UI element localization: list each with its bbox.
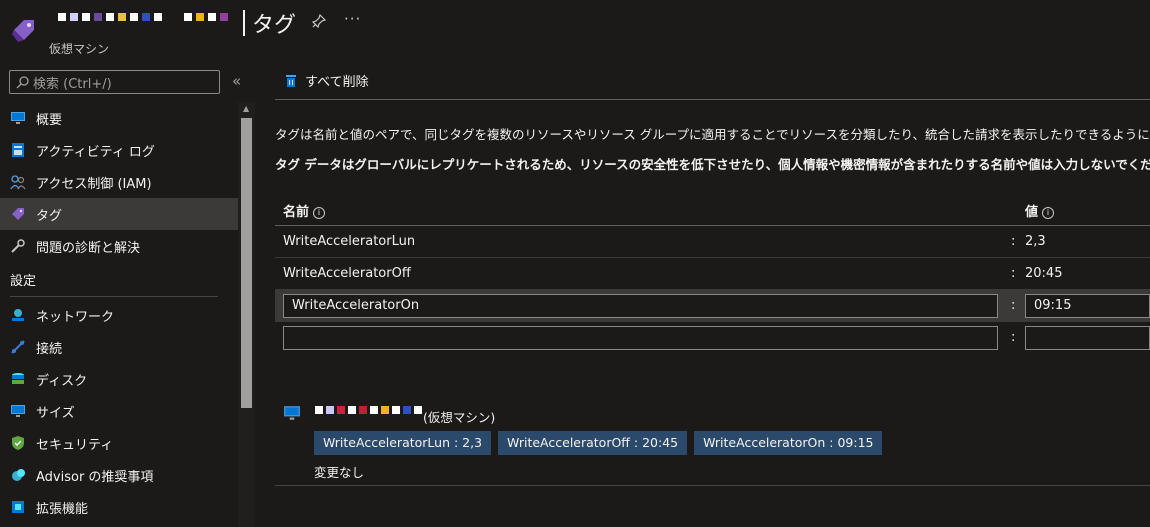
sidebar-scrollbar[interactable]: ▲ — [238, 102, 255, 527]
table-row-editing[interactable]: WriteAcceleratorOn : 09:15 — [275, 290, 1150, 322]
page-title: タグ — [252, 13, 297, 38]
search-icon — [16, 75, 29, 88]
sidebar-item-size[interactable]: サイズ — [0, 395, 238, 427]
log-icon — [12, 143, 24, 157]
sidebar-item-network[interactable]: ネットワーク — [0, 299, 238, 331]
tag-chips: WriteAcceleratorLun : 2,3 WriteAccelerat… — [314, 431, 883, 455]
sidebar-item-connect[interactable]: 接続 — [0, 331, 238, 363]
search-input[interactable]: 検索 (Ctrl+/) — [9, 70, 220, 94]
separator-colon: : — [1011, 298, 1016, 313]
separator-colon: : — [1011, 234, 1016, 249]
tag-chip: WriteAcceleratorLun : 2,3 — [314, 431, 492, 455]
sidebar-item-security[interactable]: セキュリティ — [0, 427, 238, 459]
extension-icon — [12, 501, 24, 513]
connect-icon — [11, 340, 25, 354]
sidebar-item-access-control[interactable]: アクセス制御 (IAM) — [0, 166, 238, 198]
sidebar-item-advisor[interactable]: Advisor の推奨事項 — [0, 459, 238, 491]
trash-icon — [286, 74, 296, 87]
sidebar-item-tags[interactable]: タグ — [0, 198, 238, 230]
command-bar: すべて削除 — [275, 62, 1150, 100]
resource-name-redacted — [315, 406, 422, 414]
column-header-value: 値i — [1025, 201, 1055, 220]
delete-all-button[interactable]: すべて削除 — [285, 71, 369, 90]
sidebar-nav: 概要 アクティビティ ログ アクセス制御 (IAM) タグ 問題の診断と解決 設… — [0, 102, 238, 523]
tag-icon — [12, 208, 24, 220]
tag-value: 20:45 — [1025, 266, 1063, 281]
more-options-button[interactable]: ··· — [344, 10, 361, 28]
divider — [275, 485, 1150, 486]
scrollbar-thumb[interactable] — [241, 118, 252, 408]
shield-icon — [12, 436, 24, 450]
description-text: タグは名前と値のペアで、同じタグを複数のリソースやリソース グループに適用するこ… — [275, 127, 1150, 142]
section-divider — [10, 296, 218, 297]
resource-name-redacted — [58, 13, 228, 21]
info-icon[interactable]: i — [313, 207, 326, 219]
advisor-icon — [12, 469, 25, 481]
sidebar-item-extensions[interactable]: 拡張機能 — [0, 491, 238, 523]
table-row-new[interactable]: : — [275, 322, 1150, 354]
people-icon — [10, 175, 26, 190]
tag-name: WriteAcceleratorOff — [283, 266, 411, 281]
wrench-icon — [11, 239, 25, 253]
monitor-icon — [11, 112, 25, 124]
section-settings-label: 設定 — [10, 273, 37, 289]
size-icon — [11, 405, 25, 417]
pin-icon[interactable] — [311, 13, 327, 32]
tag-name: WriteAcceleratorLun — [283, 234, 416, 249]
tag-value-input[interactable]: 09:15 — [1025, 294, 1150, 318]
sidebar-item-diagnose[interactable]: 問題の診断と解決 — [0, 230, 238, 262]
page-header: タグ 仮想マシン ··· — [0, 0, 1150, 62]
sidebar-item-disks[interactable]: ディスク — [0, 363, 238, 395]
sidebar-item-activity-log[interactable]: アクティビティ ログ — [0, 134, 238, 166]
scroll-up-arrow[interactable]: ▲ — [243, 104, 249, 113]
main-content: すべて削除 タグは名前と値のペアで、同じタグを複数のリソースやリソース グループ… — [255, 62, 1150, 527]
new-tag-name-input[interactable] — [283, 326, 998, 350]
tag-name-input[interactable]: WriteAcceleratorOn — [283, 294, 998, 318]
sidebar-item-overview[interactable]: 概要 — [0, 102, 238, 134]
table-row[interactable]: WriteAcceleratorLun : 2,3 — [275, 226, 1150, 258]
separator-colon: : — [1011, 266, 1016, 281]
tag-value: 2,3 — [1025, 234, 1046, 249]
table-row[interactable]: WriteAcceleratorOff : 20:45 — [275, 258, 1150, 290]
sidebar: 検索 (Ctrl+/) « 概要 アクティビティ ログ アクセス制御 (IAM)… — [0, 62, 255, 527]
tag-icon — [12, 20, 34, 42]
collapse-sidebar-button[interactable]: « — [232, 72, 241, 90]
warning-text: タグ データはグローバルにレプリケートされるため、リソースの安全性を低下させたり… — [275, 157, 1150, 172]
tag-chip: WriteAcceleratorOn : 09:15 — [694, 431, 883, 455]
tag-chip: WriteAcceleratorOff : 20:45 — [498, 431, 688, 455]
monitor-icon — [284, 406, 300, 420]
resource-type-subtitle: 仮想マシン — [49, 42, 110, 56]
change-status: 変更なし — [314, 465, 365, 480]
title-separator — [243, 10, 245, 36]
network-icon — [12, 309, 24, 321]
search-placeholder: 検索 (Ctrl+/) — [33, 76, 112, 92]
disk-icon — [12, 373, 24, 384]
info-icon[interactable]: i — [1042, 207, 1055, 219]
resource-type: (仮想マシン) — [423, 410, 496, 425]
separator-colon: : — [1011, 330, 1016, 345]
tags-table-header: 名前 i 値i — [275, 194, 1150, 226]
new-tag-value-input[interactable] — [1025, 326, 1150, 350]
column-header-name: 名前 i — [283, 201, 326, 220]
